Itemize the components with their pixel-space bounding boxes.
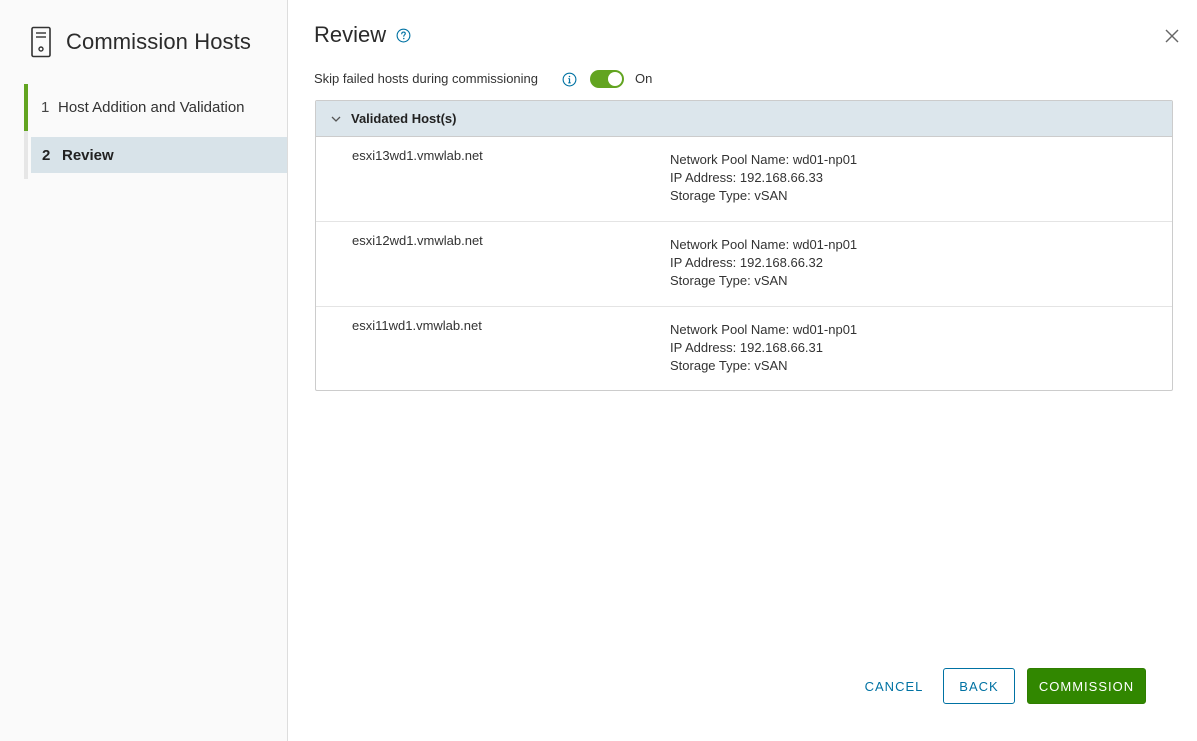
step-number: 1 [41, 99, 50, 116]
commission-button[interactable]: COMMISSION [1027, 668, 1146, 704]
host-row: esxi11wd1.vmwlab.net Network Pool Name: … [316, 307, 1172, 392]
host-row: esxi13wd1.vmwlab.net Network Pool Name: … [316, 137, 1172, 222]
server-icon [31, 26, 51, 58]
skip-failed-hosts-toggle[interactable] [590, 70, 624, 88]
validated-hosts-panel: Validated Host(s) esxi13wd1.vmwlab.net N… [315, 100, 1173, 391]
host-details: Network Pool Name: wd01-np01 IP Address:… [670, 148, 857, 208]
info-circle-icon[interactable] [562, 72, 577, 87]
close-icon[interactable] [1164, 28, 1180, 44]
storage-type: Storage Type: vSAN [670, 358, 788, 373]
wizard-title: Commission Hosts [66, 29, 251, 54]
host-details: Network Pool Name: wd01-np01 IP Address:… [670, 318, 857, 378]
back-button[interactable]: BACK [943, 668, 1015, 704]
sidebar-header: Commission Hosts [30, 26, 251, 58]
host-name: esxi13wd1.vmwlab.net [352, 148, 483, 163]
step-label: Host Addition and Validation [58, 99, 245, 116]
host-details: Network Pool Name: wd01-np01 IP Address:… [670, 233, 857, 293]
page-title: Review [314, 22, 387, 47]
storage-type: Storage Type: vSAN [670, 273, 788, 288]
storage-type: Storage Type: vSAN [670, 188, 788, 203]
toggle-state-text: On [635, 71, 653, 86]
wizard-sidebar: Commission Hosts 1 Host Addition and Val… [0, 0, 288, 741]
skip-failed-hosts-label: Skip failed hosts during commissioning [314, 71, 538, 86]
step-progress-bar [24, 84, 28, 131]
step-progress-bar [24, 131, 28, 179]
host-name: esxi11wd1.vmwlab.net [352, 318, 482, 333]
step-host-addition[interactable]: 1 Host Addition and Validation [24, 84, 287, 131]
toggle-knob [608, 72, 622, 86]
step-review[interactable]: 2 Review [24, 131, 287, 179]
panel-title: Validated Host(s) [351, 111, 457, 126]
step-number: 2 [42, 146, 51, 164]
host-row: esxi12wd1.vmwlab.net Network Pool Name: … [316, 222, 1172, 307]
cancel-button[interactable]: CANCEL [854, 668, 934, 704]
chevron-down-icon [331, 116, 341, 122]
wizard-content: Review Skip failed hosts during commissi… [288, 0, 1197, 741]
step-label: Review [62, 146, 114, 164]
host-name: esxi12wd1.vmwlab.net [352, 233, 483, 248]
help-circle-icon[interactable] [396, 28, 411, 43]
validated-hosts-header[interactable]: Validated Host(s) [316, 101, 1172, 137]
